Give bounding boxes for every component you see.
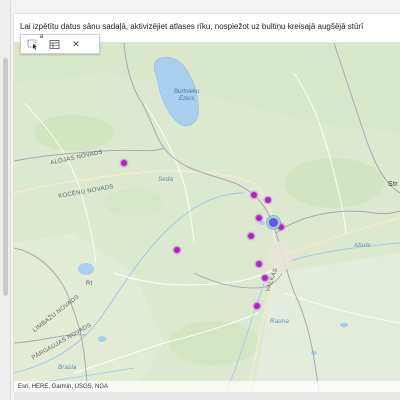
side-panel-scrollbar[interactable]	[3, 58, 8, 296]
map-point-marker[interactable]	[261, 274, 268, 281]
map-view[interactable]: ALOJAS NOVADS KOCĒNU NOVADS LIMBAŽU NOVA…	[14, 42, 400, 393]
instruction-text: Lai izpētītu datus sānu sadaļā, aktivizē…	[20, 22, 364, 31]
map-label-brasla: Brasla	[58, 365, 77, 371]
map-label-abuls: Abuls	[354, 243, 371, 249]
app-window: Lai izpētītu datus sānu sadaļā, aktivizē…	[0, 0, 400, 400]
map-label-seda: Seda	[158, 177, 174, 183]
map-point-marker[interactable]	[250, 191, 257, 198]
close-icon: ✕	[72, 38, 80, 49]
basemap	[14, 43, 400, 393]
side-panel-edge	[0, 0, 11, 400]
map-panel: Lai izpētītu datus sānu sadaļā, aktivizē…	[14, 14, 400, 393]
table-icon	[49, 39, 59, 49]
selected-point-marker[interactable]	[268, 218, 278, 228]
map-label-rauna: Rauna	[270, 319, 290, 325]
map-point-marker[interactable]	[264, 196, 271, 203]
map-label-rt: Rt	[86, 281, 93, 287]
map-point-marker[interactable]	[253, 302, 260, 309]
bottom-scrollbar[interactable]	[14, 392, 400, 400]
selection-toolbar: a ✕	[20, 34, 100, 54]
select-tool-button[interactable]: a	[21, 34, 43, 52]
map-point-marker[interactable]	[121, 159, 128, 166]
close-tool-button[interactable]: ✕	[65, 36, 87, 52]
map-point-marker[interactable]	[173, 247, 180, 254]
table-tool-button[interactable]	[43, 36, 65, 52]
map-label-strenci: Str	[388, 181, 398, 188]
map-label-lake: Burtnieku Ezers	[174, 89, 200, 102]
selection-arrow-icon	[27, 39, 37, 50]
